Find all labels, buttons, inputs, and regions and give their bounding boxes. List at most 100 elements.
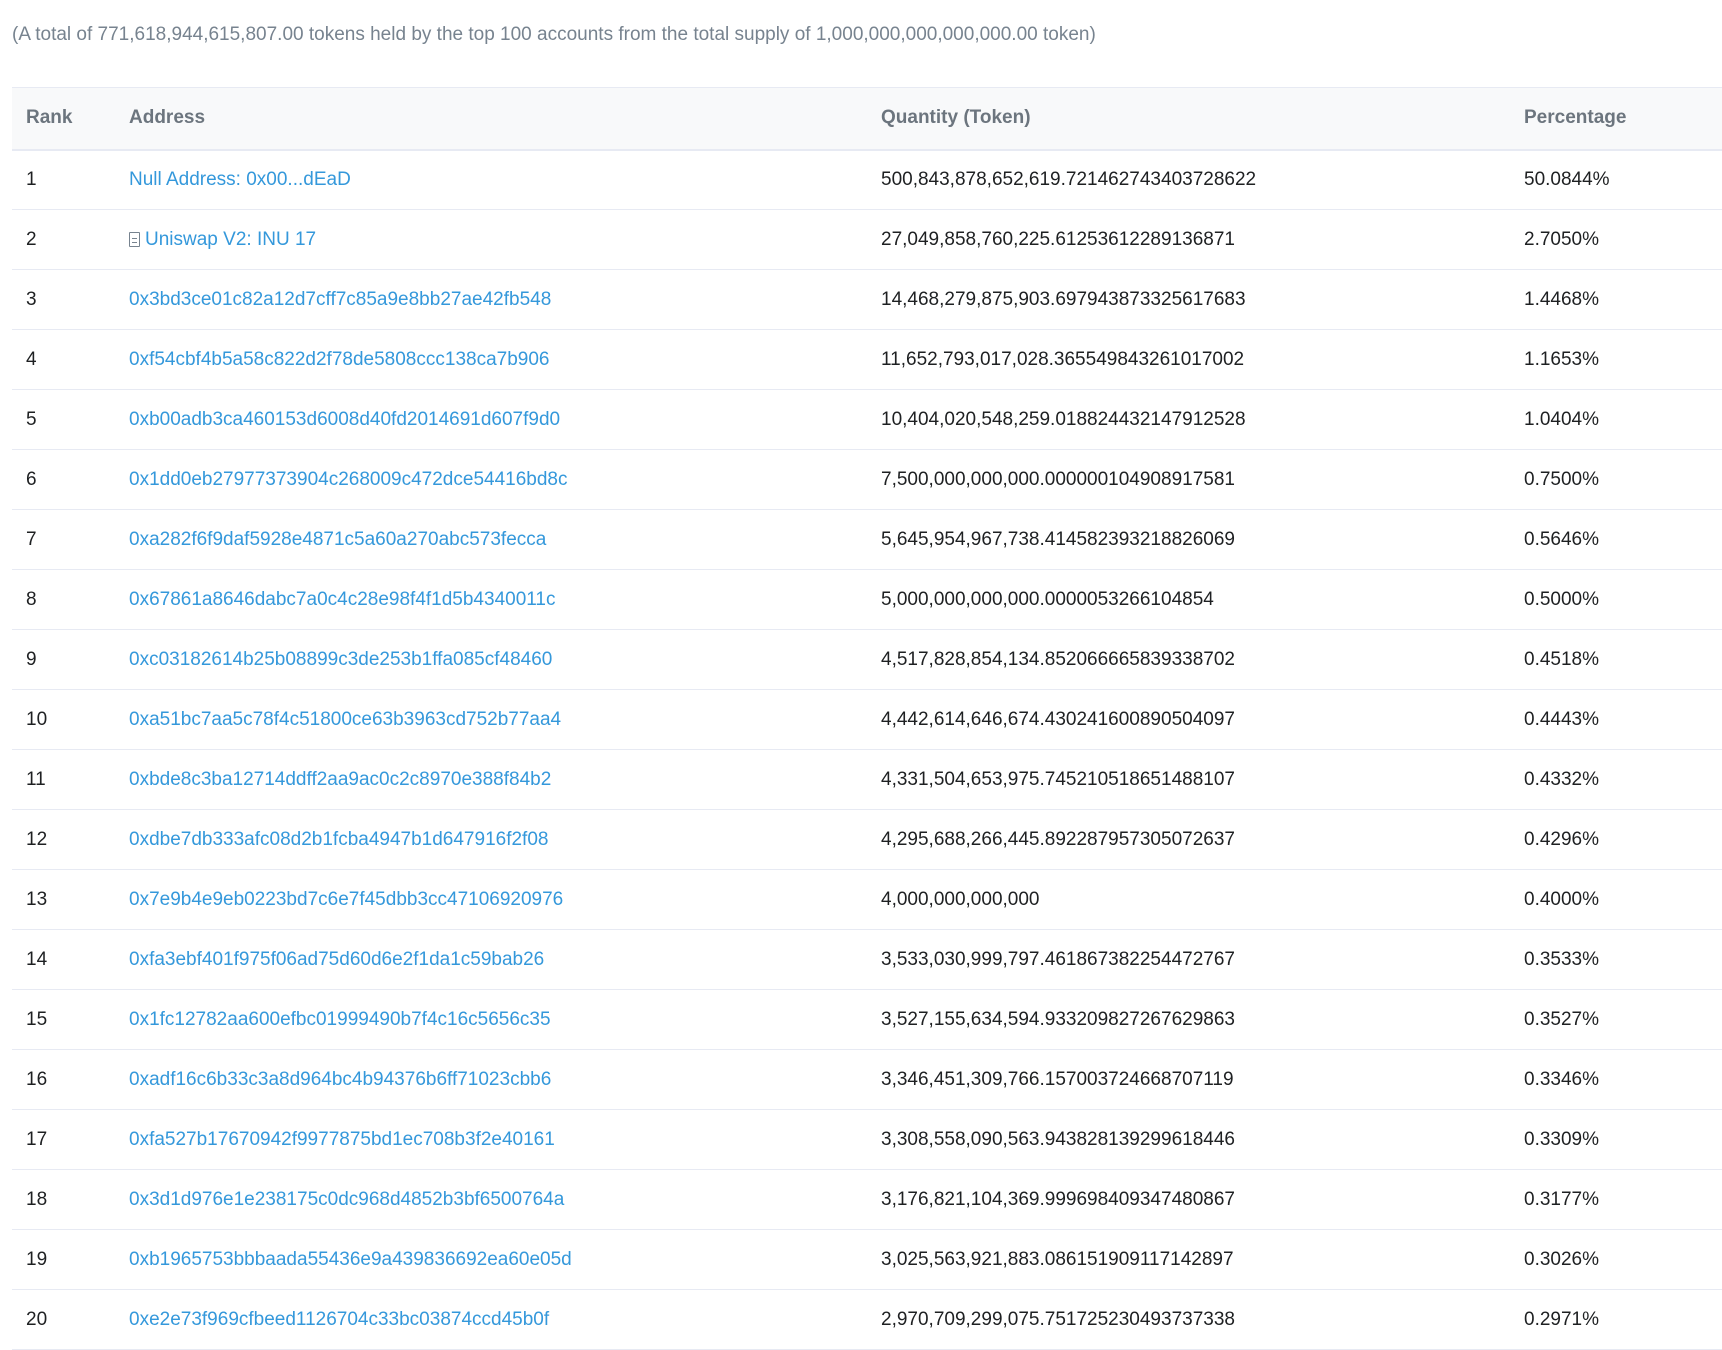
- percentage-cell: 0.3346%: [1524, 1068, 1600, 1090]
- percentage-cell: 0.4518%: [1524, 648, 1600, 670]
- quantity-cell: 4,331,504,653,975.745210518651488107: [881, 768, 1235, 790]
- percentage-cell: 1.4468%: [1524, 288, 1600, 310]
- address-cell: Uniswap V2: INU 17: [115, 210, 867, 270]
- rank-cell: 4: [26, 348, 37, 370]
- rank-cell: 20: [26, 1308, 48, 1330]
- table-row: 11 0xbde8c3ba12714ddff2aa9ac0c2c8970e388f…: [12, 750, 1722, 810]
- table-row: 14 0xfa3ebf401f975f06ad75d60d6e2f1da1c59b…: [12, 930, 1722, 990]
- rank-cell: 5: [26, 408, 37, 430]
- percentage-cell: 0.3533%: [1524, 948, 1600, 970]
- address-link[interactable]: Uniswap V2: INU 17: [145, 229, 316, 250]
- address-link[interactable]: 0x3d1d976e1e238175c0dc968d4852b3bf650076…: [129, 1189, 564, 1210]
- address-link[interactable]: 0xb00adb3ca460153d6008d40fd2014691d607f9…: [129, 409, 560, 430]
- rank-column-header: Rank: [26, 107, 73, 129]
- rank-cell: 3: [26, 288, 37, 310]
- address-cell: 0x7e9b4e9eb0223bd7c6e7f45dbb3cc471069209…: [115, 870, 867, 930]
- address-cell: Null Address: 0x00...dEaD: [115, 150, 867, 210]
- address-link[interactable]: 0xadf16c6b33c3a8d964bc4b94376b6ff71023cb…: [129, 1069, 551, 1090]
- quantity-cell: 5,000,000,000,000.0000053266104854: [881, 588, 1214, 610]
- address-cell: 0xfa527b17670942f9977875bd1ec708b3f2e401…: [115, 1110, 867, 1170]
- table-row: 15 0x1fc12782aa600efbc01999490b7f4c16c565…: [12, 990, 1722, 1050]
- rank-cell: 18: [26, 1188, 48, 1210]
- rank-cell: 12: [26, 828, 48, 850]
- address-link[interactable]: 0xbde8c3ba12714ddff2aa9ac0c2c8970e388f84…: [129, 769, 551, 790]
- rank-cell: 2: [26, 228, 37, 250]
- percentage-cell: 1.0404%: [1524, 408, 1600, 430]
- table-row: 8 0x67861a8646dabc7a0c4c28e98f4f1d5b43400…: [12, 570, 1722, 630]
- address-cell: 0xf54cbf4b5a58c822d2f78de5808ccc138ca7b9…: [115, 330, 867, 390]
- address-cell: 0x67861a8646dabc7a0c4c28e98f4f1d5b434001…: [115, 570, 867, 630]
- contract-file-icon: [129, 231, 140, 247]
- percentage-cell: 0.7500%: [1524, 468, 1600, 490]
- address-link[interactable]: 0xf54cbf4b5a58c822d2f78de5808ccc138ca7b9…: [129, 349, 549, 370]
- address-cell: 0xadf16c6b33c3a8d964bc4b94376b6ff71023cb…: [115, 1050, 867, 1110]
- quantity-cell: 4,000,000,000,000: [881, 888, 1040, 910]
- address-cell: 0xbde8c3ba12714ddff2aa9ac0c2c8970e388f84…: [115, 750, 867, 810]
- address-cell: 0xdbe7db333afc08d2b1fcba4947b1d647916f2f…: [115, 810, 867, 870]
- holders-summary: (A total of 771,618,944,615,807.00 token…: [12, 24, 1096, 45]
- address-cell: 0x1fc12782aa600efbc01999490b7f4c16c5656c…: [115, 990, 867, 1050]
- rank-cell: 10: [26, 708, 48, 730]
- address-link[interactable]: 0x67861a8646dabc7a0c4c28e98f4f1d5b434001…: [129, 589, 556, 610]
- address-cell: 0xb00adb3ca460153d6008d40fd2014691d607f9…: [115, 390, 867, 450]
- address-link[interactable]: 0xc03182614b25b08899c3de253b1ffa085cf484…: [129, 649, 552, 670]
- table-row: 19 0xb1965753bbbaada55436e9a439836692ea60…: [12, 1230, 1722, 1290]
- quantity-cell: 3,533,030,999,797.461867382254472767: [881, 948, 1235, 970]
- address-link[interactable]: 0xfa527b17670942f9977875bd1ec708b3f2e401…: [129, 1129, 555, 1150]
- address-link[interactable]: 0xdbe7db333afc08d2b1fcba4947b1d647916f2f…: [129, 829, 548, 850]
- rank-cell: 7: [26, 528, 37, 550]
- rank-cell: 1: [26, 168, 37, 190]
- rank-cell: 9: [26, 648, 37, 670]
- address-link[interactable]: 0xa282f6f9daf5928e4871c5a60a270abc573fec…: [129, 529, 546, 550]
- rank-cell: 11: [26, 768, 46, 790]
- percentage-cell: 0.3026%: [1524, 1248, 1600, 1270]
- quantity-cell: 3,308,558,090,563.943828139299618446: [881, 1128, 1235, 1150]
- table-row: 17 0xfa527b17670942f9977875bd1ec708b3f2e4…: [12, 1110, 1722, 1170]
- table-row: 6 0x1dd0eb27977373904c268009c472dce54416b…: [12, 450, 1722, 510]
- table-row: 16 0xadf16c6b33c3a8d964bc4b94376b6ff71023…: [12, 1050, 1722, 1110]
- address-link[interactable]: 0x3bd3ce01c82a12d7cff7c85a9e8bb27ae42fb5…: [129, 289, 551, 310]
- table-row: 1 Null Address: 0x00...dEaD 500,843,878,65…: [12, 150, 1722, 210]
- rank-cell: 8: [26, 588, 37, 610]
- address-link[interactable]: 0x1dd0eb27977373904c268009c472dce54416bd…: [129, 469, 567, 490]
- table-row: 12 0xdbe7db333afc08d2b1fcba4947b1d647916f…: [12, 810, 1722, 870]
- address-cell: 0xc03182614b25b08899c3de253b1ffa085cf484…: [115, 630, 867, 690]
- table-row: 10 0xa51bc7aa5c78f4c51800ce63b3963cd752b7…: [12, 690, 1722, 750]
- table-header: Rank Address Quantity (Token) Percentage: [12, 87, 1722, 150]
- quantity-cell: 27,049,858,760,225.61253612289136871: [881, 228, 1235, 250]
- quantity-cell: 7,500,000,000,000.000000104908917581: [881, 468, 1235, 490]
- rank-cell: 19: [26, 1248, 48, 1270]
- quantity-cell: 3,527,155,634,594.933209827267629863: [881, 1008, 1235, 1030]
- quantity-cell: 500,843,878,652,619.721462743403728622: [881, 168, 1257, 190]
- address-link[interactable]: 0x7e9b4e9eb0223bd7c6e7f45dbb3cc471069209…: [129, 889, 563, 910]
- quantity-cell: 4,295,688,266,445.892287957305072637: [881, 828, 1235, 850]
- address-link[interactable]: 0xfa3ebf401f975f06ad75d60d6e2f1da1c59bab…: [129, 949, 544, 970]
- address-link[interactable]: 0xa51bc7aa5c78f4c51800ce63b3963cd752b77a…: [129, 709, 561, 730]
- address-cell: 0x3d1d976e1e238175c0dc968d4852b3bf650076…: [115, 1170, 867, 1230]
- quantity-cell: 10,404,020,548,259.018824432147912528: [881, 408, 1246, 430]
- address-cell: 0x3bd3ce01c82a12d7cff7c85a9e8bb27ae42fb5…: [115, 270, 867, 330]
- token-holders-table: Rank Address Quantity (Token) Percentage…: [12, 87, 1722, 1350]
- table-body: 1 Null Address: 0x00...dEaD 500,843,878,65…: [12, 150, 1722, 1350]
- address-link[interactable]: 0x1fc12782aa600efbc01999490b7f4c16c5656c…: [129, 1009, 551, 1030]
- percentage-cell: 50.0844%: [1524, 168, 1610, 190]
- percentage-cell: 0.3177%: [1524, 1188, 1600, 1210]
- percentage-cell: 1.1653%: [1524, 348, 1600, 370]
- address-link[interactable]: Null Address: 0x00...dEaD: [129, 169, 351, 190]
- address-cell: 0x1dd0eb27977373904c268009c472dce54416bd…: [115, 450, 867, 510]
- address-cell: 0xa51bc7aa5c78f4c51800ce63b3963cd752b77a…: [115, 690, 867, 750]
- rank-cell: 13: [26, 888, 48, 910]
- percentage-cell: 0.2971%: [1524, 1308, 1600, 1330]
- quantity-cell: 3,025,563,921,883.086151909117142897: [881, 1248, 1234, 1270]
- quantity-cell: 3,346,451,309,766.157003724668707119: [881, 1068, 1234, 1090]
- quantity-cell: 4,517,828,854,134.852066665839338702: [881, 648, 1235, 670]
- quantity-cell: 14,468,279,875,903.697943873325617683: [881, 288, 1246, 310]
- table-row: 13 0x7e9b4e9eb0223bd7c6e7f45dbb3cc4710692…: [12, 870, 1722, 930]
- quantity-cell: 5,645,954,967,738.414582393218826069: [881, 528, 1235, 550]
- table-row: 9 0xc03182614b25b08899c3de253b1ffa085cf48…: [12, 630, 1722, 690]
- address-link[interactable]: 0xb1965753bbbaada55436e9a439836692ea60e0…: [129, 1249, 572, 1270]
- table-row: 18 0x3d1d976e1e238175c0dc968d4852b3bf6500…: [12, 1170, 1722, 1230]
- table-row: 2 Uniswap V2: INU 17 27,049,858,760,225.61…: [12, 210, 1722, 270]
- percentage-cell: 0.3309%: [1524, 1128, 1600, 1150]
- address-link[interactable]: 0xe2e73f969cfbeed1126704c33bc03874ccd45b…: [129, 1309, 549, 1330]
